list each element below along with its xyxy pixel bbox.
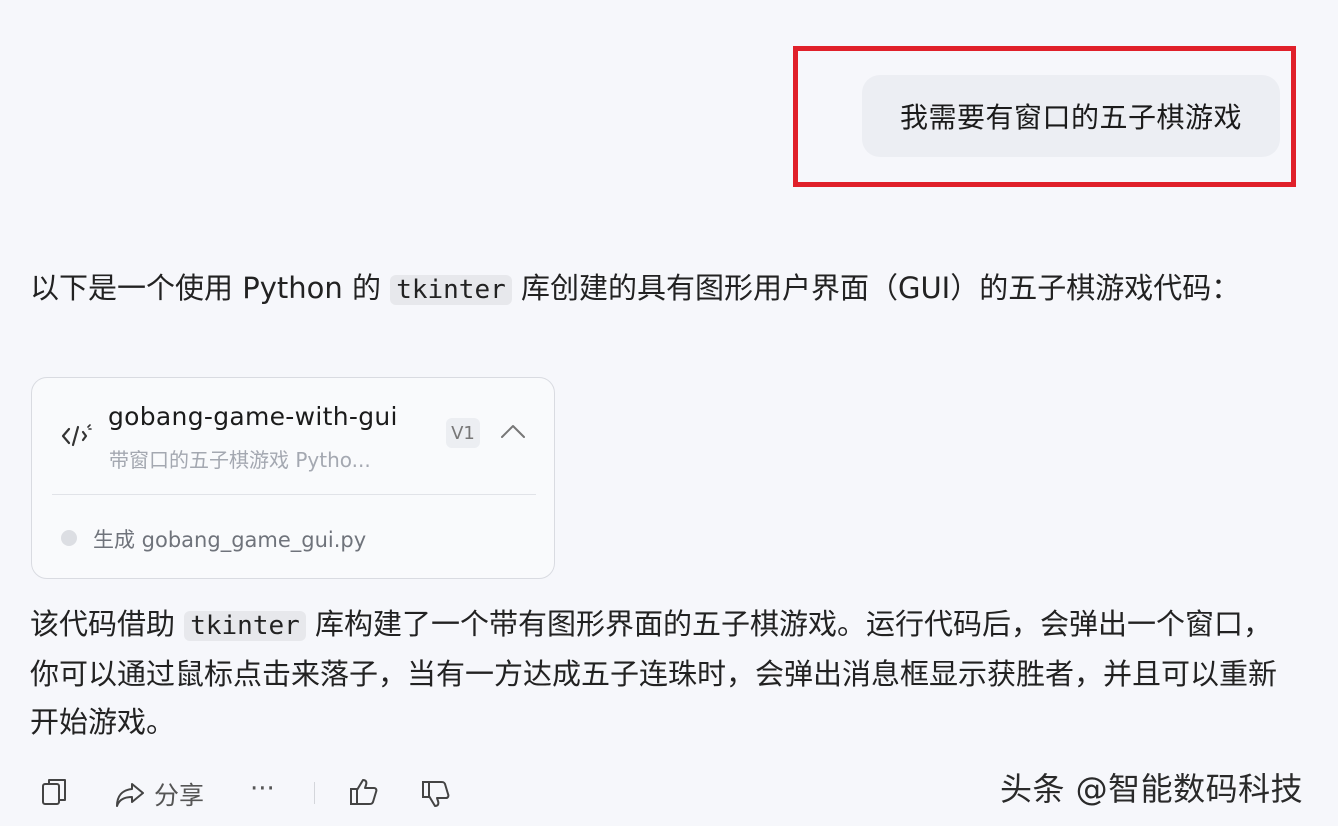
reply-intro-text: 以下是一个使用 Python 的 xyxy=(30,271,391,305)
share-button[interactable]: 分享 xyxy=(114,776,204,812)
user-message-text: 我需要有窗口的五子棋游戏 xyxy=(899,101,1242,134)
user-message-bubble: 我需要有窗口的五子棋游戏 xyxy=(862,75,1280,157)
more-button[interactable]: ··· xyxy=(250,774,275,804)
watermark: 头条 @智能数码科技 xyxy=(1000,770,1304,808)
artifact-footer: 生成 gobang_game_gui.py xyxy=(93,528,367,552)
thumbs-up-icon xyxy=(350,779,378,805)
thumbs-up-button[interactable] xyxy=(348,776,380,808)
artifact-subtitle: 带窗口的五子棋游戏 Pytho... xyxy=(109,448,371,472)
status-dot-icon xyxy=(61,530,77,546)
message-toolbar: 分享 ··· xyxy=(0,762,700,822)
share-icon xyxy=(116,783,144,807)
reply-intro: 以下是一个使用 Python 的 tkinter 库创建的具有图形用户界面（GU… xyxy=(30,264,1300,314)
artifact-card[interactable]: gobang-game-with-gui 带窗口的五子棋游戏 Pytho... … xyxy=(31,377,555,579)
version-badge[interactable]: V1 xyxy=(446,418,480,448)
share-label: 分享 xyxy=(154,781,205,810)
reply-summary-text: 该代码借助 xyxy=(30,607,185,641)
inline-code-2: tkinter xyxy=(184,611,306,641)
card-divider xyxy=(52,494,536,495)
inline-code: tkinter xyxy=(390,275,512,305)
reply-intro-text-2: 库创建的具有图形用户界面（GUI）的五子棋游戏代码： xyxy=(511,271,1241,305)
reply-summary: 该代码借助 tkinter 库构建了一个带有图形界面的五子棋游戏。运行代码后，会… xyxy=(30,600,1300,746)
thumbs-down-button[interactable] xyxy=(420,778,452,810)
copy-icon xyxy=(42,779,66,805)
artifact-title: gobang-game-with-gui xyxy=(108,402,398,431)
toolbar-divider xyxy=(314,782,315,804)
code-icon xyxy=(60,422,92,450)
chevron-up-icon[interactable] xyxy=(499,420,527,444)
copy-button[interactable] xyxy=(40,776,68,808)
more-icon: ··· xyxy=(250,774,275,804)
thumbs-down-icon xyxy=(422,781,450,807)
